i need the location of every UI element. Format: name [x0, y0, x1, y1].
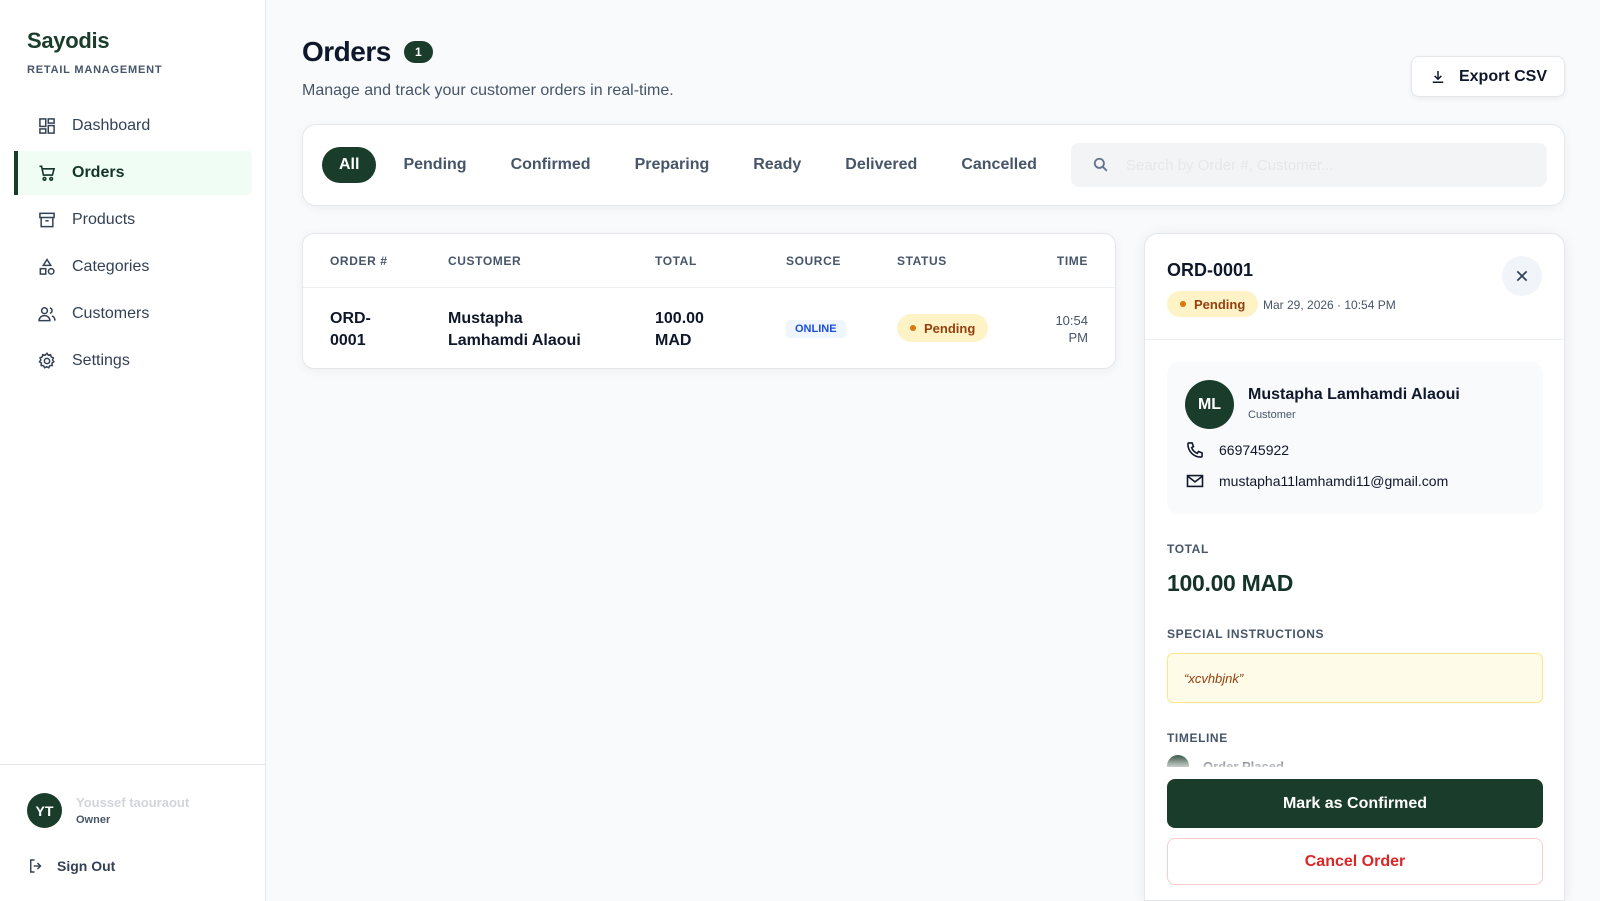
- column-header-source: SOURCE: [786, 254, 841, 268]
- sidebar-item-label: Dashboard: [72, 117, 151, 134]
- sidebar-item-orders[interactable]: Orders: [14, 151, 252, 195]
- column-header-order: ORDER #: [330, 254, 388, 268]
- users-icon: [36, 303, 58, 325]
- sidebar-item-customers[interactable]: Customers: [14, 292, 252, 336]
- customer-card: ML Mustapha Lamhamdi Alaoui Customer 669…: [1167, 362, 1543, 514]
- mark-confirmed-button[interactable]: Mark as Confirmed: [1167, 779, 1543, 828]
- status-label: Pending: [924, 320, 976, 336]
- sidebar-item-products[interactable]: Products: [14, 198, 252, 242]
- status-dot: [1180, 301, 1186, 307]
- gear-icon: [36, 350, 58, 372]
- phone-number: 669745922: [1219, 442, 1290, 458]
- tab-pending[interactable]: Pending: [386, 147, 483, 183]
- sidebar-item-label: Customers: [72, 305, 150, 322]
- status-dot: [910, 325, 916, 331]
- sidebar: Sayodis RETAIL MANAGEMENT Dashboard Orde…: [0, 0, 266, 901]
- tab-preparing[interactable]: Preparing: [618, 147, 727, 183]
- customer-email[interactable]: mustapha11lamhamdi11@gmail.com: [1185, 471, 1448, 491]
- archive-box-icon: [36, 209, 58, 231]
- sidebar-item-dashboard[interactable]: Dashboard: [14, 104, 252, 148]
- user-role: Owner: [76, 814, 111, 826]
- panel-actions: Mark as Confirmed Cancel Order: [1145, 767, 1564, 900]
- export-csv-button[interactable]: Export CSV: [1411, 56, 1565, 97]
- dashboard-icon: [36, 115, 58, 137]
- sidebar-item-label: Settings: [72, 352, 130, 369]
- customer-role: Customer: [1248, 409, 1296, 421]
- sidebar-footer: YT Youssef taouraout Owner Sign Out: [0, 764, 266, 901]
- customer-name: Mustapha Lamhamdi Alaoui: [448, 310, 581, 349]
- page-header: Orders 1 Manage and track your customer …: [302, 36, 674, 100]
- sign-out-button[interactable]: Sign Out: [27, 857, 115, 875]
- total-value: 100.00 MAD: [1167, 570, 1294, 596]
- total-label: TOTAL: [1167, 542, 1209, 556]
- close-icon: [1516, 270, 1528, 282]
- tab-ready[interactable]: Ready: [736, 147, 818, 183]
- title-row: Orders 1: [302, 36, 674, 68]
- tab-confirmed[interactable]: Confirmed: [494, 147, 608, 183]
- mail-icon: [1186, 474, 1204, 488]
- status-badge: Pending: [897, 314, 989, 342]
- column-header-status: STATUS: [897, 254, 947, 268]
- sidebar-item-label: Products: [72, 211, 136, 228]
- customer-phone[interactable]: 669745922: [1185, 440, 1289, 460]
- order-detail-panel: ORD-0001 Pending Mar 29, 2026 · 10:54 PM…: [1144, 233, 1565, 901]
- column-header-time: TIME: [1056, 254, 1088, 268]
- brand-subtitle: RETAIL MANAGEMENT: [27, 64, 163, 76]
- sidebar-item-categories[interactable]: Categories: [14, 245, 252, 289]
- cart-icon: [36, 162, 58, 184]
- status-tabs: All Pending Confirmed Preparing Ready De…: [322, 147, 1064, 183]
- timeline-label: TIMELINE: [1167, 731, 1228, 745]
- sidebar-item-label: Orders: [72, 164, 125, 181]
- order-count-badge: 1: [403, 41, 433, 63]
- user-name: Youssef taouraout: [76, 795, 190, 810]
- sign-out-label: Sign Out: [57, 858, 116, 874]
- email-address: mustapha11lamhamdi11@gmail.com: [1219, 473, 1449, 489]
- user-info: Youssef taouraout Owner: [76, 795, 189, 826]
- sign-out-icon: [30, 859, 42, 873]
- table-header: ORDER # CUSTOMER TOTAL SOURCE STATUS TIM…: [303, 234, 1115, 288]
- order-time: 10:54 PM: [1055, 313, 1088, 345]
- tab-all[interactable]: All: [322, 147, 377, 183]
- table-row[interactable]: ORD-0001 Mustapha Lamhamdi Alaoui 100.00…: [303, 288, 1115, 368]
- panel-header: ORD-0001 Pending Mar 29, 2026 · 10:54 PM: [1145, 234, 1564, 340]
- export-csv-label: Export CSV: [1458, 67, 1547, 85]
- source-badge: ONLINE: [786, 320, 846, 338]
- sidebar-nav: Dashboard Orders Products Categories Cus…: [14, 104, 252, 386]
- status-label: Pending: [1194, 296, 1246, 312]
- order-total: 100.00 MAD: [655, 310, 704, 349]
- column-header-total: TOTAL: [655, 254, 697, 268]
- avatar: YT: [27, 793, 62, 828]
- brand: Sayodis RETAIL MANAGEMENT: [27, 28, 162, 76]
- tab-delivered[interactable]: Delivered: [828, 147, 934, 183]
- page-title: Orders: [302, 36, 391, 67]
- customer-name: Mustapha Lamhamdi Alaoui: [1248, 386, 1460, 403]
- status-badge: Pending: [1167, 291, 1259, 317]
- cancel-order-button[interactable]: Cancel Order: [1167, 838, 1543, 885]
- page-subtitle: Manage and track your customer orders in…: [302, 82, 674, 99]
- search-icon: [1093, 157, 1108, 172]
- orders-table: ORDER # CUSTOMER TOTAL SOURCE STATUS TIM…: [302, 233, 1116, 369]
- download-icon: [1432, 70, 1444, 83]
- order-number: ORD-0001: [330, 310, 371, 349]
- close-panel-button[interactable]: [1502, 256, 1542, 296]
- search-box: [1071, 143, 1547, 187]
- search-input[interactable]: [1126, 156, 1526, 174]
- filter-bar: All Pending Confirmed Preparing Ready De…: [302, 124, 1565, 206]
- order-date: Mar 29, 2026 · 10:54 PM: [1263, 298, 1396, 312]
- sidebar-item-settings[interactable]: Settings: [14, 339, 252, 383]
- phone-icon: [1187, 442, 1203, 458]
- instructions-label: SPECIAL INSTRUCTIONS: [1167, 627, 1325, 641]
- shapes-icon: [36, 256, 58, 278]
- panel-order-id: ORD-0001: [1167, 260, 1254, 280]
- brand-name: Sayodis: [27, 28, 110, 53]
- special-instructions: “xcvhbjnk”: [1167, 653, 1543, 703]
- user-profile[interactable]: YT Youssef taouraout Owner: [27, 793, 189, 828]
- column-header-customer: CUSTOMER: [448, 254, 522, 268]
- sidebar-item-label: Categories: [72, 258, 150, 275]
- tab-cancelled[interactable]: Cancelled: [944, 147, 1054, 183]
- avatar: ML: [1185, 380, 1234, 429]
